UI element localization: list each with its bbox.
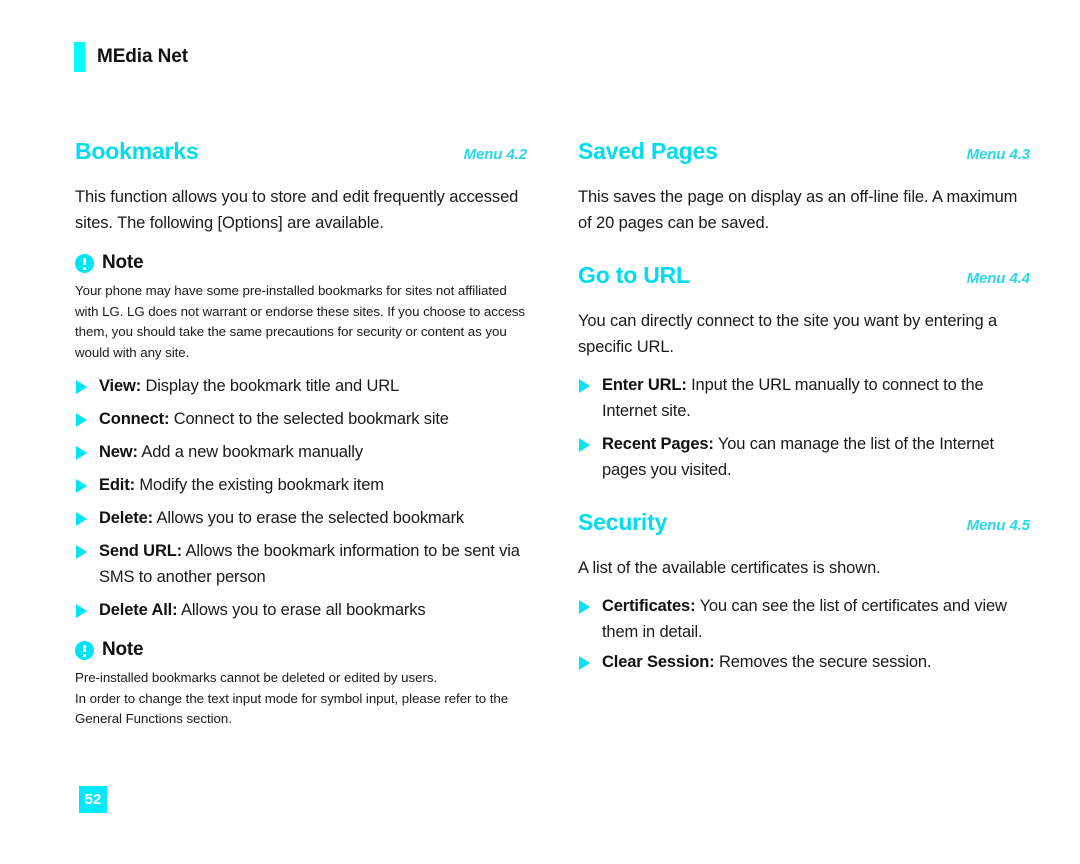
- section-header-go-to-url: Go to URL Menu 4.4: [578, 262, 1030, 289]
- section-title-security: Security: [578, 509, 668, 535]
- triangle-right-icon: [76, 479, 87, 493]
- triangle-right-icon: [579, 600, 590, 614]
- page-number-badge: 52: [79, 786, 107, 813]
- exclamation-circle-icon: [75, 640, 94, 660]
- triangle-right-icon: [579, 379, 590, 393]
- header-accent-bar: [74, 42, 85, 72]
- list-item-text: Allows you to erase all bookmarks: [180, 601, 426, 619]
- list-item-text: Display the bookmark title and URL: [145, 377, 400, 395]
- list-item[interactable]: Send URL: Allows the bookmark informatio…: [75, 538, 527, 590]
- section-header-saved-pages: Saved Pages Menu 4.3: [578, 138, 1030, 165]
- note-title: Note: [102, 252, 144, 273]
- security-options-list: Certificates: You can see the list of ce…: [578, 593, 1030, 675]
- triangle-right-icon: [76, 380, 87, 394]
- note-block-bookmarks-preinstalled: Note Your phone may have some pre-instal…: [75, 252, 527, 363]
- triangle-right-icon: [76, 545, 87, 559]
- list-item-label: Delete All:: [99, 601, 178, 619]
- go-to-url-options-list: Enter URL: Input the URL manually to con…: [578, 372, 1030, 483]
- section-header-security: Security Menu 4.5: [578, 509, 1030, 536]
- triangle-right-icon: [579, 438, 590, 452]
- triangle-right-icon: [76, 446, 87, 460]
- note-body-line-2: In order to change the text input mode f…: [75, 690, 509, 727]
- note-title: Note: [102, 639, 144, 660]
- note-body: Your phone may have some pre-installed b…: [75, 283, 526, 360]
- triangle-right-icon: [579, 656, 590, 670]
- list-item[interactable]: View: Display the bookmark title and URL: [75, 373, 527, 399]
- exclamation-circle-icon: [75, 253, 94, 273]
- section-title-go-to-url: Go to URL: [578, 262, 690, 288]
- list-item-label: Send URL:: [99, 542, 182, 560]
- list-item[interactable]: Connect: Connect to the selected bookmar…: [75, 406, 527, 432]
- list-item-label: Clear Session:: [602, 653, 715, 671]
- section-menu-security: Menu 4.5: [966, 517, 1030, 534]
- list-item-label: New:: [99, 443, 138, 461]
- security-paragraph: A list of the available certificates is …: [578, 559, 881, 577]
- section-menu-go-to-url: Menu 4.4: [966, 270, 1030, 287]
- section-title-saved-pages: Saved Pages: [578, 138, 718, 164]
- right-column: Saved Pages Menu 4.3 This saves the page…: [578, 138, 1030, 679]
- note-header: Note: [75, 639, 527, 661]
- list-item[interactable]: Clear Session: Removes the secure sessio…: [578, 649, 1030, 675]
- list-item-text: Modify the existing bookmark item: [139, 476, 384, 494]
- list-item[interactable]: Edit: Modify the existing bookmark item: [75, 472, 527, 498]
- list-item[interactable]: Delete: Allows you to erase the selected…: [75, 505, 527, 531]
- list-item[interactable]: New: Add a new bookmark manually: [75, 439, 527, 465]
- header-title: MEdia Net: [97, 46, 188, 67]
- list-item-text: Add a new bookmark manually: [141, 443, 363, 461]
- running-header: MEdia Net: [74, 42, 188, 72]
- section-title-bookmarks: Bookmarks: [75, 138, 199, 164]
- triangle-right-icon: [76, 512, 87, 526]
- note-body-line-1: Pre-installed bookmarks cannot be delete…: [75, 670, 438, 685]
- triangle-right-icon: [76, 413, 87, 427]
- list-item[interactable]: Certificates: You can see the list of ce…: [578, 593, 1030, 645]
- list-item-label: View:: [99, 377, 142, 395]
- triangle-right-icon: [76, 604, 87, 618]
- note-header: Note: [75, 252, 527, 274]
- section-header-bookmarks: Bookmarks Menu 4.2: [75, 138, 527, 165]
- list-item-label: Connect:: [99, 410, 170, 428]
- list-item-label: Edit:: [99, 476, 135, 494]
- list-item-text: Allows you to erase the selected bookmar…: [156, 509, 465, 527]
- list-item-label: Enter URL:: [602, 376, 687, 394]
- section-menu-saved-pages: Menu 4.3: [966, 146, 1030, 163]
- list-item-text: Removes the secure session.: [718, 653, 932, 671]
- left-column: Bookmarks Menu 4.2 This function allows …: [75, 138, 527, 740]
- bookmarks-intro-paragraph: This function allows you to store and ed…: [75, 188, 519, 232]
- list-item[interactable]: Recent Pages: You can manage the list of…: [578, 431, 1030, 483]
- note-block-bookmarks-editing: Note Pre-installed bookmarks cannot be d…: [75, 639, 527, 730]
- list-item[interactable]: Enter URL: Input the URL manually to con…: [578, 372, 1030, 424]
- list-item[interactable]: Delete All: Allows you to erase all book…: [75, 597, 527, 623]
- bookmarks-options-list: View: Display the bookmark title and URL…: [75, 373, 527, 623]
- saved-pages-paragraph: This saves the page on display as an off…: [578, 188, 1018, 232]
- go-to-url-paragraph: You can directly connect to the site you…: [578, 312, 998, 356]
- list-item-label: Certificates:: [602, 597, 696, 615]
- list-item-text: Connect to the selected bookmark site: [173, 410, 449, 428]
- list-item-label: Delete:: [99, 509, 153, 527]
- list-item-label: Recent Pages:: [602, 435, 714, 453]
- section-menu-bookmarks: Menu 4.2: [463, 146, 527, 163]
